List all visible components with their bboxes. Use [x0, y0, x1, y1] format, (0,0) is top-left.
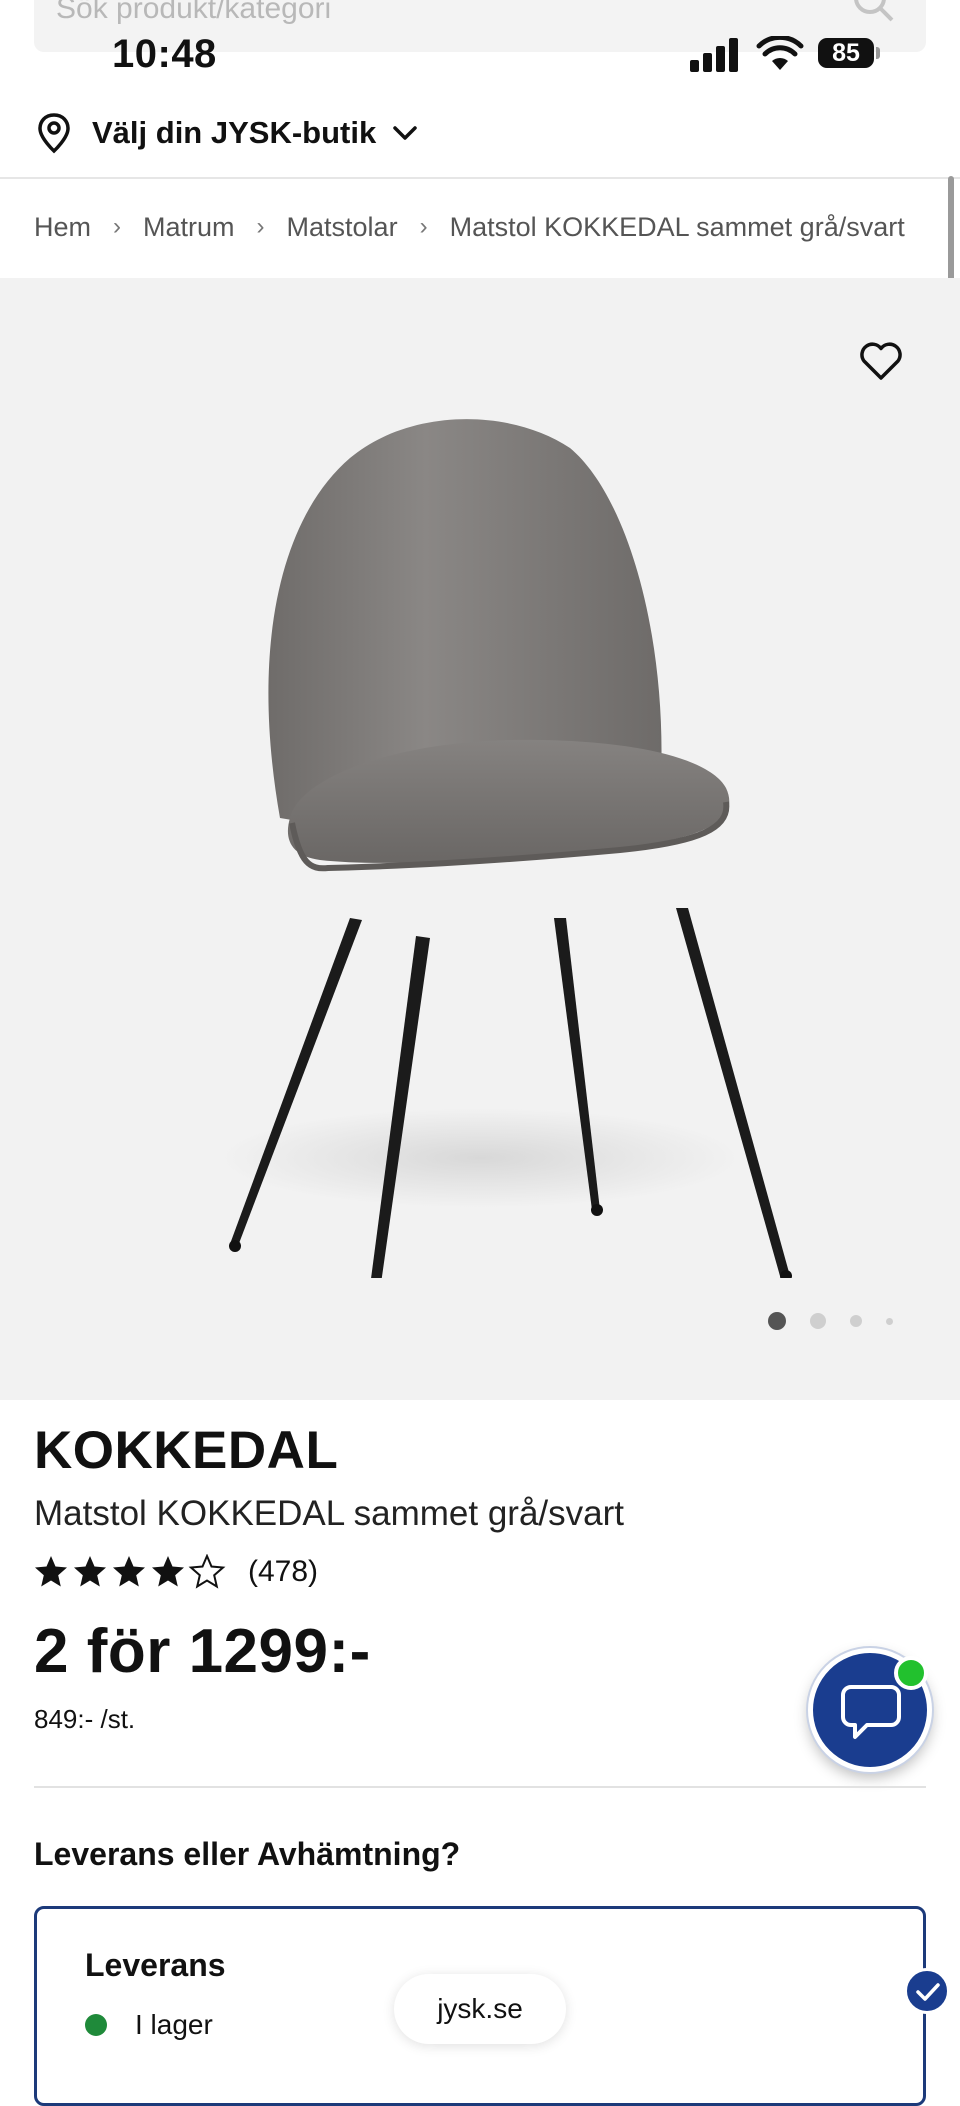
star-rating-icon: [35, 1555, 224, 1588]
breadcrumb-item-matstolar[interactable]: Matstolar: [287, 212, 398, 243]
delivery-heading: Leverans eller Avhämtning?: [34, 1836, 461, 1872]
search-icon[interactable]: [852, 0, 896, 24]
battery-indicator: 85: [818, 38, 874, 68]
breadcrumb-item-current: Matstol KOKKEDAL sammet grå/svart: [449, 211, 905, 242]
chevron-right-icon: ›: [419, 213, 428, 240]
heart-icon[interactable]: [858, 340, 904, 382]
stock-status-label: I lager: [135, 2009, 213, 2040]
store-selector-label[interactable]: Välj din JYSK-butik: [92, 115, 376, 151]
header-divider: [0, 177, 960, 179]
unit-price: 849:- /st.: [34, 1704, 136, 1734]
online-status-dot: [894, 1656, 928, 1690]
selected-check-icon: [904, 1968, 950, 2014]
chevron-down-icon[interactable]: [392, 124, 418, 142]
breadcrumb-item-home[interactable]: Hem: [34, 212, 91, 243]
location-pin-icon: [38, 113, 70, 154]
breadcrumb: Hem › Matrum › Matstolar › Matstol KOKKE…: [34, 207, 905, 247]
battery-tip: [876, 47, 880, 59]
product-name: Matstol KOKKEDAL sammet grå/svart: [34, 1494, 624, 1533]
in-stock-dot-icon: [85, 2014, 107, 2036]
chat-bubble-icon: [841, 1685, 901, 1739]
gallery-dot[interactable]: [850, 1315, 862, 1327]
signal-icon: [690, 38, 738, 72]
search-input[interactable]: Sök produkt/kategori: [56, 0, 331, 26]
stock-status: I lager: [85, 2009, 213, 2041]
product-price: 2 för 1299:-: [34, 1617, 371, 1686]
chevron-right-icon: ›: [113, 213, 122, 240]
status-icons: 85: [690, 34, 890, 78]
section-divider: [34, 1786, 926, 1788]
delivery-option-title: Leverans: [85, 1947, 226, 1983]
gallery-dot[interactable]: [810, 1313, 826, 1329]
gallery-pagination: [768, 1312, 917, 1330]
product-rating[interactable]: (478): [34, 1554, 318, 1590]
status-time: 10:48: [112, 32, 217, 76]
review-count[interactable]: (478): [248, 1555, 318, 1589]
wifi-icon: [756, 36, 804, 70]
store-selector[interactable]: Välj din JYSK-butik: [36, 108, 418, 158]
browser-url-pill[interactable]: jysk.se: [394, 1974, 566, 2044]
product-image-gallery[interactable]: [0, 278, 960, 1400]
breadcrumb-item-matrum[interactable]: Matrum: [143, 212, 235, 243]
chevron-right-icon: ›: [256, 213, 265, 240]
product-image: [220, 419, 792, 1278]
product-brand: KOKKEDAL: [34, 1421, 339, 1480]
gallery-dot[interactable]: [886, 1317, 893, 1325]
gallery-dot[interactable]: [768, 1312, 786, 1330]
